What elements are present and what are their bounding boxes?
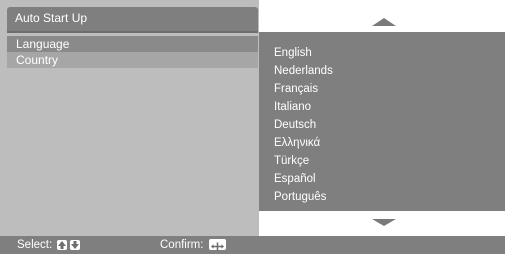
language-option-deutsch[interactable]: Deutsch [274,116,316,134]
menu-item-country[interactable]: Country [7,52,258,68]
language-option-espanol[interactable]: Español [274,170,316,188]
menu-title: Auto Start Up [15,11,88,25]
footer-bar: Select: Confirm: [0,236,505,254]
language-option-portugues[interactable]: Português [274,188,326,206]
up-key-icon [57,240,67,250]
language-option-italiano[interactable]: Italiano [274,98,311,116]
menu-list: Language Country [7,36,258,68]
scroll-up-icon[interactable] [372,18,396,26]
language-option-english[interactable]: English [274,44,312,62]
language-option-nederlands[interactable]: Nederlands [274,62,333,80]
down-key-icon [70,240,80,250]
language-option-francais[interactable]: Français [274,80,318,98]
confirm-label: Confirm: [160,239,204,251]
language-list: English Nederlands Français Italiano Deu… [259,32,505,211]
menu-item-language[interactable]: Language [7,36,258,52]
menu-title-bar: Auto Start Up [7,7,258,33]
select-label: Select: [17,239,53,251]
language-option-turkce[interactable]: Türkçe [274,152,309,170]
ok-key-icon [209,239,226,251]
language-option-greek[interactable]: Ελληνικά [274,134,320,152]
scroll-down-icon[interactable] [372,219,396,226]
